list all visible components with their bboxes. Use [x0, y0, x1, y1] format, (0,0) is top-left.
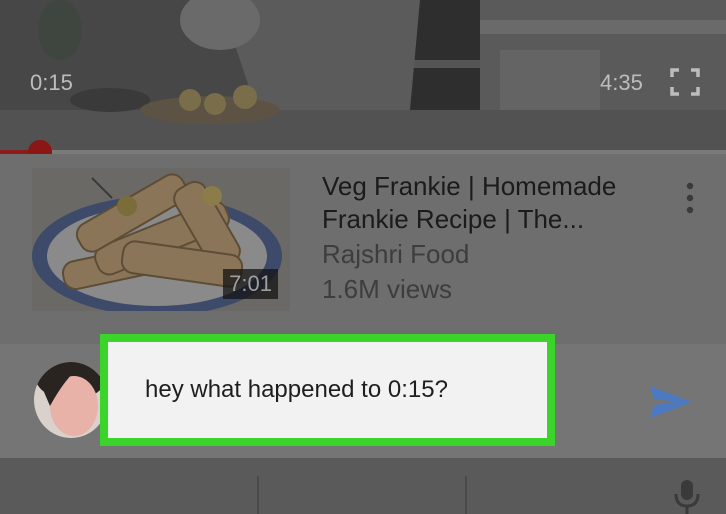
keyboard-divider — [465, 476, 467, 514]
microphone-icon[interactable] — [672, 478, 702, 514]
more-vertical-icon[interactable] — [682, 180, 698, 220]
chat-message-input[interactable]: hey what happened to 0:15? — [100, 334, 555, 446]
duration-badge: 7:01 — [223, 269, 278, 299]
send-icon[interactable] — [648, 384, 694, 420]
channel-name: Rajshri Food — [322, 239, 470, 269]
avatar — [34, 362, 108, 438]
video-title[interactable]: Veg Frankie | Homemade Frankie Recipe | … — [322, 170, 662, 236]
keyboard-suggestion-strip — [0, 458, 726, 514]
video-player[interactable]: 0:15 4:35 — [0, 0, 726, 152]
current-time: 0:15 — [30, 70, 73, 95]
chat-compose-bar: hey what happened to 0:15? — [0, 334, 726, 458]
video-thumbnail[interactable]: 7:01 — [32, 168, 290, 311]
suggested-video[interactable]: 7:01 Veg Frankie | Homemade Frankie Reci… — [0, 154, 726, 344]
fullscreen-icon[interactable] — [670, 68, 700, 96]
view-count: 1.6M views — [322, 274, 453, 304]
chat-message-text: hey what happened to 0:15? — [145, 376, 448, 403]
keyboard-divider — [257, 476, 259, 514]
total-duration: 4:35 — [600, 70, 643, 95]
